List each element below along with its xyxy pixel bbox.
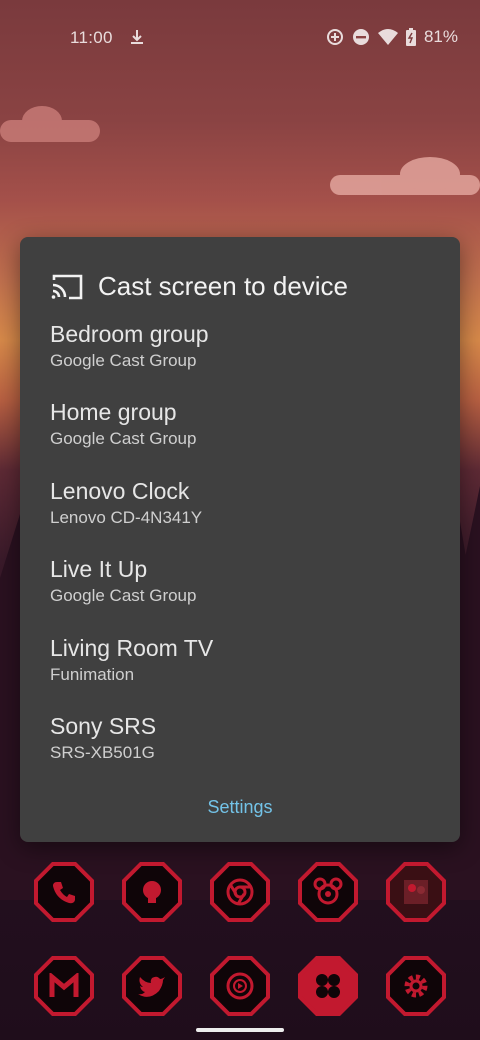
photo-app-icon[interactable] [386, 862, 446, 922]
dialog-title: Cast screen to device [98, 271, 349, 301]
cast-dialog: Cast screen to device Bedroom group Goog… [20, 237, 460, 842]
youtube-music-icon[interactable] [210, 956, 270, 1016]
device-subtitle: Google Cast Group [50, 351, 197, 370]
settings-button[interactable]: Settings [20, 797, 460, 818]
device-item[interactable]: Home group Google Cast Group [50, 397, 450, 475]
device-item[interactable]: Bedroom group Google Cast Group [50, 319, 450, 397]
dialog-header: Cast screen to device [50, 271, 348, 302]
device-subtitle: Google Cast Group [50, 586, 197, 606]
device-subtitle: Funimation [50, 664, 135, 684]
battery-percent: 81% [423, 27, 458, 46]
device-list: Bedroom group Google Cast Group Home gro… [50, 319, 450, 789]
wallpaper-cloud [330, 157, 480, 195]
device-name: Live It Up [50, 556, 148, 583]
battery-icon [405, 28, 416, 46]
device-subtitle: Lenovo CD-4N341Y [50, 507, 203, 527]
device-name: Bedroom group [50, 321, 209, 347]
device-name: Lenovo Clock [50, 477, 190, 504]
wallpaper-cloud [0, 106, 100, 142]
device-name: Living Room TV [50, 634, 214, 661]
device-item[interactable]: Sony SRS SRS-XB501G [50, 711, 450, 789]
device-item[interactable]: Lenovo Clock Lenovo CD-4N341Y [50, 476, 450, 554]
data-saver-icon [326, 29, 343, 45]
disney-icon[interactable] [298, 862, 358, 922]
device-item[interactable]: Live It Up Google Cast Group [50, 554, 450, 632]
device-subtitle: Google Cast Group [50, 429, 197, 449]
twitter-icon[interactable] [122, 956, 182, 1016]
gesture-nav-handle[interactable] [196, 1028, 284, 1032]
device-name: Sony SRS [50, 712, 157, 739]
folder-icon[interactable] [298, 956, 358, 1016]
device-name: Home group [50, 399, 177, 426]
clock: 11:00 [70, 28, 113, 47]
phone-icon[interactable] [34, 862, 94, 922]
wifi-icon [377, 29, 398, 45]
settings-gear-icon[interactable] [386, 956, 446, 1016]
home-app-row [0, 862, 480, 922]
device-item[interactable]: Living Room TV Funimation [50, 633, 450, 711]
chrome-icon[interactable] [210, 862, 270, 922]
do-not-disturb-icon [352, 29, 369, 45]
download-icon [131, 30, 143, 44]
home-app-row [0, 956, 480, 1016]
status-bar: 11:00 81% [0, 0, 480, 76]
cast-icon [51, 274, 83, 299]
gmail-icon[interactable] [34, 956, 94, 1016]
messages-icon[interactable] [122, 862, 182, 922]
device-subtitle: SRS-XB501G [50, 742, 155, 762]
